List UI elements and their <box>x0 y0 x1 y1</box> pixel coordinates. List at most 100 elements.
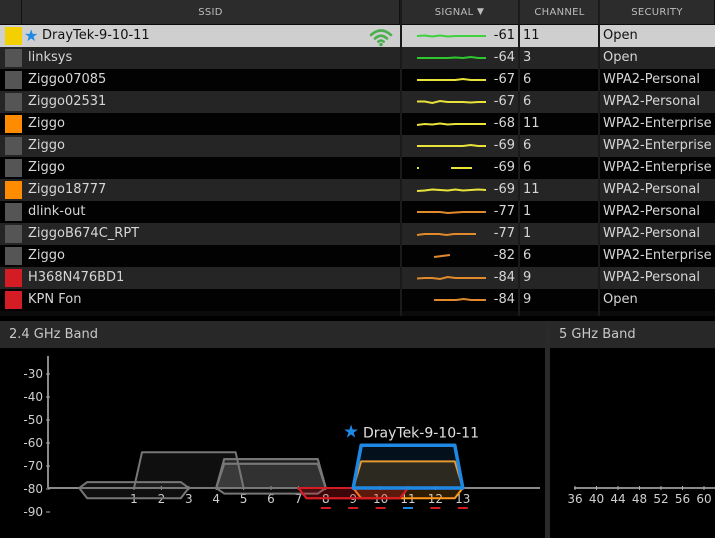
x-tick-label: 3 <box>185 492 193 506</box>
ssid-cell: Ziggo <box>28 116 65 131</box>
color-column-header <box>0 0 22 24</box>
signal-value-cell: -69 <box>493 160 515 175</box>
security-cell: WPA2-Personal <box>603 94 700 109</box>
column-header-signal[interactable]: SIGNAL ▼ <box>400 0 520 24</box>
signal-header-label: SIGNAL <box>434 6 474 18</box>
x-tick-label: 44 <box>610 492 625 506</box>
table-row[interactable]: Ziggo -68 11 WPA2-Enterprise <box>0 113 715 135</box>
network-color-swatch[interactable] <box>5 247 22 265</box>
signal-value-cell: -68 <box>493 116 515 131</box>
table-row[interactable]: ZiggoB674C_RPT -77 1 WPA2-Personal <box>0 223 715 245</box>
ssid-cell: ZiggoB674C_RPT <box>28 226 140 241</box>
ssid-cell: DrayTek-9-10-11 <box>42 28 150 43</box>
network-channel-shape <box>78 487 190 500</box>
x-tick-label: 48 <box>632 492 647 506</box>
channel-cell: 6 <box>523 160 532 175</box>
band-24ghz-chart: -30-40-50-60-70-80-9012345678910111213★D… <box>23 356 540 519</box>
channel-cell: 1 <box>523 204 532 219</box>
security-cell: WPA2-Personal <box>603 270 700 285</box>
table-row[interactable]: Ziggo07085 -67 6 WPA2-Personal <box>0 69 715 91</box>
table-row[interactable]: Ziggo -69 6 WPA2-Enterprise <box>0 157 715 179</box>
highlight-network-label: DrayTek-9-10-11 <box>363 425 479 441</box>
network-color-swatch[interactable] <box>5 49 22 67</box>
security-header-label: SECURITY <box>631 6 683 18</box>
table-row[interactable]: linksys -64 3 Open <box>0 47 715 69</box>
channel-header-label: CHANNEL <box>534 6 585 18</box>
y-tick-label: -70 <box>23 459 43 473</box>
table-row[interactable]: Ziggo -69 6 WPA2-Enterprise <box>0 135 715 157</box>
network-color-swatch[interactable] <box>5 93 22 111</box>
network-color-swatch[interactable] <box>5 181 22 199</box>
security-cell: WPA2-Enterprise <box>603 116 712 131</box>
channel-cell: 11 <box>523 182 540 197</box>
y-tick-label: -30 <box>23 367 43 381</box>
y-tick-label: -80 <box>23 482 43 496</box>
ssid-cell: dlink-out <box>28 204 86 219</box>
table-row[interactable]: H368N476BD1 -84 9 WPA2-Personal <box>0 267 715 289</box>
network-color-swatch[interactable] <box>5 269 22 287</box>
channel-cell: 6 <box>523 248 532 263</box>
favorite-star-icon[interactable]: ★ <box>24 25 38 47</box>
signal-value-cell: -84 <box>493 270 515 285</box>
network-table: SSID SIGNAL ▼ CHANNEL SECURITY ★ DrayTek-… <box>0 0 715 316</box>
table-row[interactable]: Ziggo02531 -67 6 WPA2-Personal <box>0 91 715 113</box>
column-header-security[interactable]: SECURITY <box>600 0 715 24</box>
band-24ghz-title: 2.4 GHz Band <box>0 321 545 348</box>
ssid-cell: Ziggo <box>28 160 65 175</box>
column-header-ssid[interactable]: SSID <box>22 0 400 24</box>
column-divider[interactable] <box>518 0 520 316</box>
network-color-swatch[interactable] <box>5 203 22 221</box>
signal-value-cell: -61 <box>493 28 515 43</box>
ssid-cell: KPN Fon <box>28 292 82 307</box>
security-cell: WPA2-Personal <box>603 226 700 241</box>
x-tick-label: 60 <box>696 492 711 506</box>
table-row[interactable]: Ziggo -82 6 WPA2-Enterprise <box>0 245 715 267</box>
network-channel-shape <box>215 462 327 489</box>
ssid-header-label: SSID <box>198 6 223 18</box>
channel-cell: 6 <box>523 72 532 87</box>
channel-cell: 3 <box>523 50 532 65</box>
x-tick-label: 36 <box>567 492 582 506</box>
channel-cell: 6 <box>523 94 532 109</box>
signal-value-cell: -67 <box>493 72 515 87</box>
network-color-swatch[interactable] <box>5 27 22 45</box>
security-cell: Open <box>603 28 638 43</box>
x-tick-label: 4 <box>212 492 220 506</box>
wifi-connected-icon <box>369 29 393 47</box>
network-color-swatch[interactable] <box>5 115 22 133</box>
ssid-cell: linksys <box>28 50 73 65</box>
x-tick-label: 40 <box>589 492 604 506</box>
y-tick-label: -50 <box>23 413 43 427</box>
network-color-swatch[interactable] <box>5 291 22 309</box>
table-row[interactable]: ★ DrayTek-9-10-11 -61 11 Open <box>0 25 715 47</box>
y-tick-label: -60 <box>23 436 43 450</box>
column-divider[interactable] <box>598 0 600 316</box>
signal-value-cell: -67 <box>493 94 515 109</box>
ssid-cell: Ziggo <box>28 138 65 153</box>
signal-value-cell: -84 <box>493 292 515 307</box>
security-cell: WPA2-Personal <box>603 204 700 219</box>
network-color-swatch[interactable] <box>5 225 22 243</box>
channel-cell: 1 <box>523 226 532 241</box>
ssid-cell: Ziggo02531 <box>28 94 107 109</box>
table-row[interactable]: dlink-out -77 1 WPA2-Personal <box>0 201 715 223</box>
y-tick-label: -90 <box>23 505 43 519</box>
security-cell: Open <box>603 292 638 307</box>
security-cell: Open <box>603 50 638 65</box>
table-row[interactable]: KPN Fon -84 9 Open <box>0 289 715 311</box>
signal-value-cell: -69 <box>493 182 515 197</box>
highlight-star-icon: ★ <box>343 421 359 442</box>
column-divider[interactable] <box>400 0 402 316</box>
network-color-swatch[interactable] <box>5 71 22 89</box>
signal-value-cell: -69 <box>493 138 515 153</box>
band-5ghz-panel: 5 GHz Band 36 40 44 48 52 56 60 <box>550 321 715 538</box>
column-header-channel[interactable]: CHANNEL <box>520 0 600 24</box>
signal-value-cell: -77 <box>493 226 515 241</box>
network-color-swatch[interactable] <box>5 137 22 155</box>
band-5ghz-title: 5 GHz Band <box>550 321 715 348</box>
ssid-cell: Ziggo07085 <box>28 72 107 87</box>
y-tick-label: -40 <box>23 390 43 404</box>
table-row[interactable]: Ziggo18777 -69 11 WPA2-Personal <box>0 179 715 201</box>
network-color-swatch[interactable] <box>5 159 22 177</box>
security-cell: WPA2-Personal <box>603 72 700 87</box>
